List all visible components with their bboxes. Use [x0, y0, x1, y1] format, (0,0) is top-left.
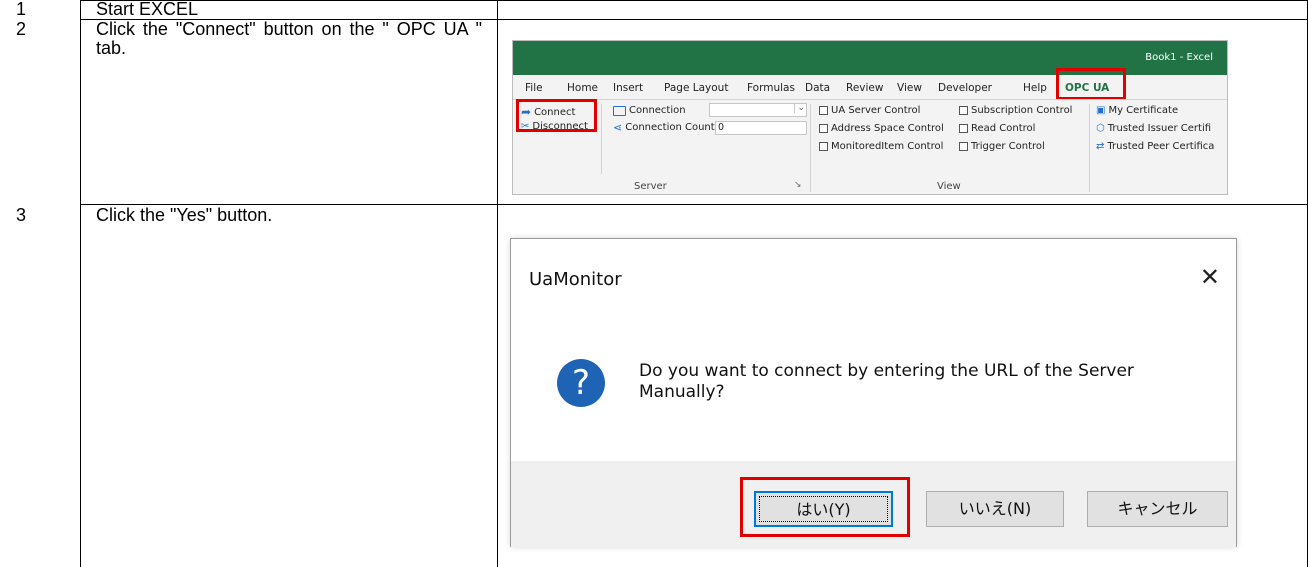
tab-data[interactable]: Data — [805, 82, 830, 94]
checkbox-box — [959, 124, 968, 133]
tab-review[interactable]: Review — [846, 82, 883, 94]
connection-label: Connection — [629, 105, 686, 116]
connection-dropdown[interactable]: ⌄ — [709, 103, 807, 117]
chevron-down-icon: ⌄ — [794, 103, 805, 113]
connection-count-field[interactable]: 0 — [715, 121, 807, 135]
view-group-label: View — [937, 181, 961, 192]
excel-ribbon: Book1 - Excel File Home Insert Page Layo… — [512, 40, 1228, 195]
highlight-connect-button — [516, 99, 597, 132]
cancel-button[interactable]: キャンセル — [1087, 491, 1228, 527]
checkbox-trigger-control[interactable]: Trigger Control — [959, 141, 1045, 152]
tab-view[interactable]: View — [897, 82, 922, 94]
table-border-left — [80, 0, 81, 567]
highlight-opc-ua-tab — [1056, 68, 1126, 100]
checkbox-box — [819, 142, 828, 151]
no-button[interactable]: いいえ(N) — [926, 491, 1064, 527]
tab-insert[interactable]: Insert — [613, 82, 643, 94]
close-icon[interactable]: ✕ — [1200, 263, 1220, 291]
tab-formulas[interactable]: Formulas — [747, 82, 795, 94]
dialog-launcher-icon[interactable]: ↘ — [794, 180, 802, 190]
connection-count: ⋖ Connection Count — [613, 121, 715, 134]
tab-developer[interactable]: Developer — [938, 82, 992, 94]
separator — [1089, 104, 1090, 192]
trusted-issuer-label: Trusted Issuer Certifi — [1107, 123, 1212, 134]
question-icon: ? — [557, 359, 605, 407]
trusted-issuer-button[interactable]: ⬡ Trusted Issuer Certifi — [1096, 123, 1211, 134]
highlight-yes-button — [740, 477, 910, 537]
connection-count-label: Connection Count — [625, 122, 715, 133]
checkbox-read-control[interactable]: Read Control — [959, 123, 1035, 134]
uamonitor-dialog: UaMonitor ✕ ? Do you want to connect by … — [510, 238, 1237, 547]
tab-file[interactable]: File — [525, 82, 543, 94]
no-button-label: いいえ(N) — [958, 499, 1032, 518]
my-certificate-button[interactable]: ▣ My Certificate — [1096, 105, 1178, 116]
checkbox-box — [819, 106, 828, 115]
table-border-mid1 — [497, 0, 498, 567]
my-certificate-label: My Certificate — [1108, 105, 1179, 116]
checkbox-label: Subscription Control — [971, 105, 1073, 116]
tab-home[interactable]: Home — [567, 82, 598, 94]
step-2-text: Click the "Connect" button on the " OPC … — [96, 19, 482, 58]
checkbox-label: Read Control — [971, 123, 1036, 134]
dialog-title: UaMonitor — [529, 269, 622, 290]
server-group-label: Server — [634, 181, 667, 192]
step-1-number: 1 — [16, 0, 27, 19]
excel-window-title: Book1 - Excel — [1145, 52, 1213, 63]
certificate-icon: ▣ — [1096, 105, 1106, 116]
checkbox-ua-server-control[interactable]: UA Server Control — [819, 105, 920, 116]
share-icon: ⋖ — [613, 121, 623, 134]
checkbox-label: MonitoredItem Control — [831, 141, 944, 152]
step-3-number: 3 — [16, 205, 27, 225]
checkbox-label: UA Server Control — [831, 105, 921, 116]
arrows-icon: ⇄ — [1096, 141, 1105, 152]
separator — [601, 104, 602, 174]
checkbox-box — [959, 106, 968, 115]
checkbox-box — [959, 142, 968, 151]
checkbox-label: Trigger Control — [971, 141, 1045, 152]
step-3-text: Click the "Yes" button. — [96, 205, 273, 225]
separator — [810, 104, 811, 192]
checkbox-label: Address Space Control — [831, 123, 944, 134]
trusted-issuer-icon: ⬡ — [1096, 123, 1105, 134]
dialog-message: Do you want to connect by entering the U… — [639, 361, 1134, 402]
tab-page-layout[interactable]: Page Layout — [664, 82, 728, 94]
checkbox-monitoreditem-control[interactable]: MonitoredItem Control — [819, 141, 943, 152]
checkbox-box — [819, 124, 828, 133]
monitor-icon — [613, 105, 626, 116]
cancel-button-label: キャンセル — [1117, 499, 1198, 518]
step-2-number: 2 — [16, 19, 27, 39]
checkbox-address-space-control[interactable]: Address Space Control — [819, 123, 944, 134]
connection-selector[interactable]: Connection — [613, 105, 686, 116]
step-1-text: Start EXCEL — [96, 0, 199, 19]
trusted-peer-button[interactable]: ⇄ Trusted Peer Certifica — [1096, 141, 1214, 152]
checkbox-subscription-control[interactable]: Subscription Control — [959, 105, 1072, 116]
tab-help[interactable]: Help — [1023, 82, 1047, 94]
ribbon-body: ➦ Connect ✂ Disconnect Connection ⌄ ⋖ Co… — [513, 99, 1227, 194]
trusted-peer-label: Trusted Peer Certifica — [1107, 141, 1215, 152]
